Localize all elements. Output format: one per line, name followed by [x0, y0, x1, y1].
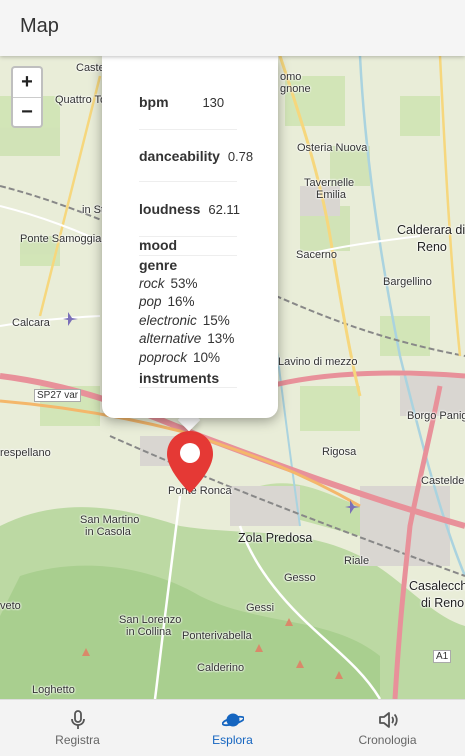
nav-item-esplora[interactable]: Esplora — [155, 700, 310, 756]
place-label: Zola Predosa — [238, 531, 313, 545]
instruments-row: instruments — [139, 370, 237, 386]
genre-item: poprock 10% — [139, 350, 220, 365]
place-label: Osteria Nuova — [297, 142, 368, 154]
divider — [139, 181, 237, 182]
place-label: Sacerno — [296, 249, 337, 261]
road-shield: SP27 var — [34, 389, 82, 402]
zoom-control: + − — [11, 66, 43, 128]
place-label: Emilia — [316, 189, 346, 201]
microphone-icon — [71, 710, 85, 729]
genre-name: electronic — [139, 313, 197, 328]
place-label: in St — [82, 204, 105, 216]
genre-item: rock 53% — [139, 276, 198, 291]
genre-pct: 16% — [167, 294, 195, 309]
nav-label: Cronologia — [358, 733, 417, 747]
bottom-navigation: Registra Esplora Cronologia — [0, 699, 465, 756]
genre-name: alternative — [139, 331, 202, 346]
genre-pct: 13% — [207, 331, 235, 346]
bpm-row: bpm 130 — [139, 94, 237, 110]
instruments-label: instruments — [139, 370, 220, 386]
nav-label: Registra — [55, 733, 100, 747]
genre-pct: 15% — [202, 313, 230, 328]
place-label: veto — [0, 600, 21, 612]
app-bar: Map — [0, 0, 465, 56]
divider — [139, 129, 237, 130]
place-label: Gessi — [246, 602, 275, 614]
genre-label: genre — [139, 257, 178, 273]
genre-row: genre — [139, 257, 237, 273]
place-label: Gesso — [284, 572, 316, 584]
bpm-value: 130 — [202, 95, 225, 110]
speaker-icon — [379, 712, 398, 728]
location-marker-icon[interactable] — [167, 431, 213, 493]
genre-item: electronic 15% — [139, 313, 230, 328]
place-label: Ponte Samoggia — [20, 233, 102, 245]
genre-pct: 10% — [193, 350, 221, 365]
place-label: in Collina — [126, 626, 172, 638]
nav-label: Esplora — [212, 733, 253, 747]
genre-name: pop — [139, 294, 162, 309]
loudness-value: 62.11 — [208, 202, 240, 217]
genre-item: alternative 13% — [139, 331, 234, 346]
genre-pct: 53% — [170, 276, 198, 291]
genre-name: poprock — [139, 350, 188, 365]
place-label: Riale — [344, 555, 370, 567]
nav-item-cronologia[interactable]: Cronologia — [310, 700, 465, 756]
planet-icon — [222, 713, 244, 727]
place-label: Borgo Panig — [407, 410, 465, 422]
place-label: San Lorenzo — [119, 614, 182, 626]
place-label: San Martino — [80, 514, 140, 526]
genre-name: rock — [139, 276, 165, 291]
place-label: Calcara — [12, 317, 50, 329]
place-label: Lavino di mezzo — [278, 356, 358, 368]
zoom-in-button[interactable]: + — [13, 68, 41, 97]
zoom-out-button[interactable]: − — [13, 97, 41, 126]
place-label: Ponterivabella — [182, 630, 252, 642]
place-label: Bargellino — [383, 276, 432, 288]
place-label: Calderara di — [397, 223, 465, 237]
road-shield: A1 — [433, 650, 452, 663]
loudness-label: loudness — [139, 201, 201, 217]
nav-item-registra[interactable]: Registra — [0, 700, 155, 756]
place-label: Casalecch — [409, 579, 465, 593]
divider — [139, 255, 237, 256]
mood-label: mood — [139, 237, 178, 253]
place-label: di Reno — [421, 596, 465, 610]
page-title: Map — [20, 15, 59, 37]
loudness-row: loudness 62.11 — [139, 201, 240, 217]
danceability-label: danceability — [139, 148, 220, 164]
track-info-popup: bpm 130 danceability 0.78 loudness 62.11… — [102, 56, 278, 418]
place-label: Reno — [417, 240, 447, 254]
danceability-value: 0.78 — [227, 149, 254, 164]
divider — [139, 387, 237, 388]
bpm-label: bpm — [139, 94, 169, 110]
place-label: Loghetto — [32, 684, 75, 696]
map-view[interactable]: Castel Quattro To in St Ponte Samoggia C… — [0, 56, 465, 699]
place-label: Tavernelle — [304, 177, 355, 189]
place-label: Casteldel — [421, 475, 465, 487]
place-label: Rigosa — [322, 446, 357, 458]
place-label: in Casola — [85, 526, 131, 538]
place-label: gnone — [280, 83, 311, 95]
genre-item: pop 16% — [139, 294, 195, 309]
place-label: Calderino — [197, 662, 245, 674]
place-label: omo — [280, 71, 302, 83]
place-label: Quattro To — [55, 94, 107, 106]
mood-row: mood — [139, 237, 237, 253]
place-label: respellano — [0, 447, 51, 459]
danceability-row: danceability 0.78 — [139, 148, 253, 164]
